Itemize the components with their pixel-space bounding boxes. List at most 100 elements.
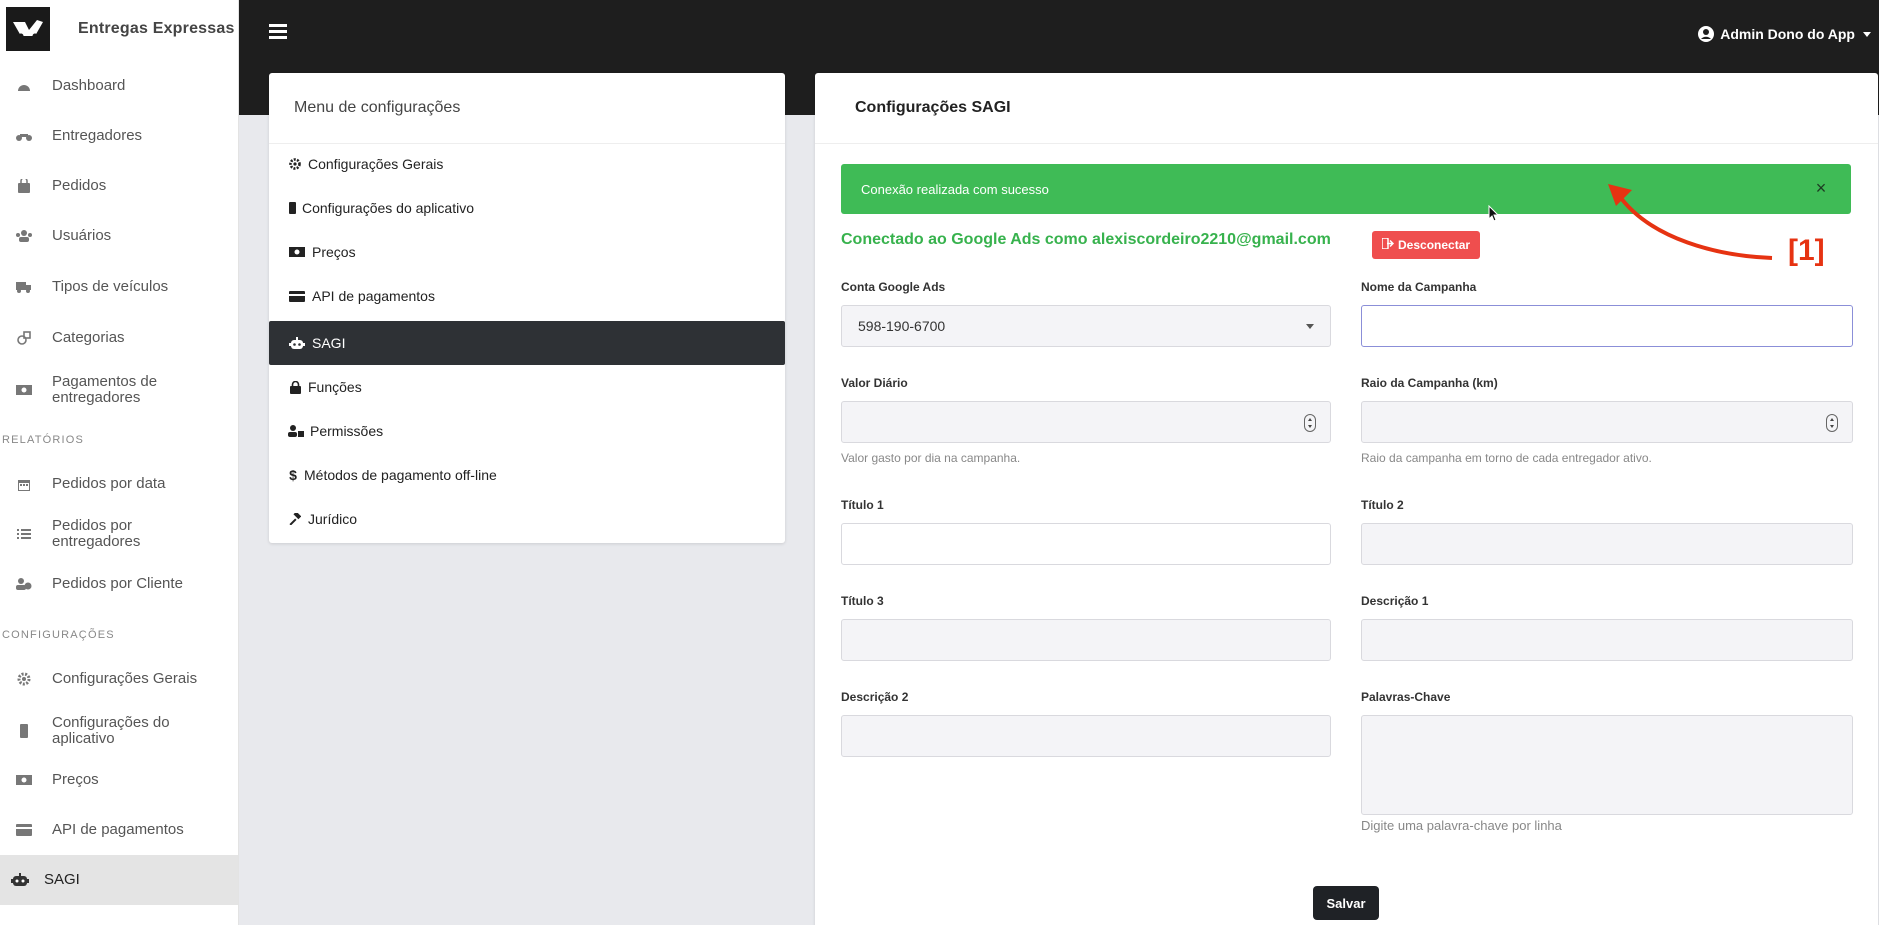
keywords-help: Digite uma palavra-chave por linha (1361, 818, 1562, 833)
chevron-down-icon (1306, 324, 1314, 329)
sidebar-item-categorias[interactable]: Categorias (0, 328, 238, 348)
lock-icon (288, 380, 302, 394)
title1-label: Título 1 (841, 498, 884, 512)
title2-label: Título 2 (1361, 498, 1404, 512)
title3-input[interactable] (841, 619, 1331, 661)
ads-account-label: Conta Google Ads (841, 280, 946, 294)
brand[interactable]: Entregas Expressas (0, 0, 238, 58)
config-menu-item-offline[interactable]: $ Métodos de pagamento off-line (269, 453, 785, 497)
sidebar-item-label: Pedidos (52, 177, 107, 194)
sidebar-item-label: SAGI (44, 871, 80, 888)
user-clock-icon (14, 574, 34, 594)
sidebar-item-pedidos[interactable]: Pedidos (0, 176, 238, 196)
robot-icon (10, 870, 30, 890)
sidebar-item-label: Preços (52, 771, 99, 788)
sidebar-item-precos[interactable]: Preços (0, 770, 238, 790)
stepper-icon[interactable] (1826, 414, 1838, 432)
sidebar-item-api-pagamentos[interactable]: API de pagamentos (0, 820, 238, 840)
alert-text: Conexão realizada com sucesso (861, 182, 1049, 197)
sidebar-item-label: Pagamentos de entregadores (52, 373, 158, 406)
desc2-input[interactable] (841, 715, 1331, 757)
sidebar-section-configuracoes: CONFIGURAÇÕES (2, 629, 115, 641)
config-menu-item-label: Configurações Gerais (308, 156, 444, 172)
sidebar-item-config-aplicativo[interactable]: Configurações do aplicativo (0, 714, 238, 748)
sidebar-item-label: Tipos de veículos (52, 278, 169, 295)
motorcycle-icon (14, 126, 34, 146)
sidebar-item-entregadores[interactable]: Entregadores (0, 126, 238, 146)
close-icon[interactable]: × (1811, 178, 1831, 198)
sidebar-section-relatorios: RELATÓRIOS (2, 434, 85, 446)
sidebar-item-pedidos-entregadores[interactable]: Pedidos por entregadores (0, 517, 238, 551)
users-icon (14, 226, 34, 246)
card-icon (288, 289, 306, 303)
config-menu-item-funcoes[interactable]: Funções (269, 365, 785, 409)
sidebar-item-label: Configurações Gerais (52, 670, 198, 687)
user-circle-icon (1698, 26, 1715, 42)
desc1-label: Descrição 1 (1361, 594, 1429, 608)
bag-icon (14, 176, 34, 196)
radius-help: Raio da campanha em torno de cada entreg… (1361, 451, 1652, 465)
sidebar-item-pagamentos-entregadores[interactable]: Pagamentos de entregadores (0, 373, 238, 407)
phone-icon (288, 201, 296, 215)
config-menu-item-precos[interactable]: Preços (269, 230, 785, 274)
config-menu-item-label: SAGI (312, 335, 346, 351)
calendar-icon (14, 474, 34, 494)
sidebar-item-label: Pedidos por data (52, 475, 166, 492)
save-button[interactable]: Salvar (1313, 886, 1379, 920)
connected-status: Conectado ao Google Ads como alexiscorde… (841, 231, 1331, 248)
gear-icon (288, 157, 302, 171)
annotation-arrow (1608, 184, 1773, 260)
config-menu-item-label: Configurações do aplicativo (302, 200, 474, 216)
title2-input[interactable] (1361, 523, 1853, 565)
sidebar-item-usuarios[interactable]: Usuários (0, 226, 238, 246)
radius-input[interactable] (1361, 401, 1853, 443)
config-menu-panel: Menu de configurações Configurações Gera… (269, 73, 785, 543)
truck-icon (14, 277, 34, 297)
brand-name: Entregas Expressas (78, 20, 235, 37)
config-menu-item-juridico[interactable]: Jurídico (269, 497, 785, 541)
sidebar-item-pedidos-data[interactable]: Pedidos por data (0, 474, 238, 494)
campaign-name-input[interactable] (1361, 305, 1853, 347)
disconnect-button[interactable]: Desconectar (1372, 231, 1481, 259)
title1-input[interactable] (841, 523, 1331, 565)
sidebar-item-dashboard[interactable]: Dashboard (0, 76, 238, 96)
config-menu-item-label: Permissões (310, 423, 384, 439)
config-menu-item-aplicativo[interactable]: Configurações do aplicativo (269, 186, 785, 230)
gauge-icon (14, 76, 34, 96)
keywords-textarea[interactable] (1361, 715, 1853, 815)
sidebar-item-config-gerais[interactable]: Configurações Gerais (0, 669, 238, 689)
sidebar-item-pedidos-cliente[interactable]: Pedidos por Cliente (0, 574, 238, 594)
config-menu-item-sagi[interactable]: SAGI (269, 321, 785, 365)
config-menu-item-gerais[interactable]: Configurações Gerais (269, 142, 785, 186)
sidebar-item-label: Configurações do aplicativo (52, 714, 170, 747)
stepper-icon[interactable] (1304, 414, 1316, 432)
sidebar-item-sagi[interactable]: SAGI (0, 855, 238, 905)
sidebar: Entregas Expressas Dashboard Entregadore… (0, 0, 239, 925)
config-menu-item-label: Jurídico (308, 511, 358, 527)
desc1-input[interactable] (1361, 619, 1853, 661)
menu-toggle-icon[interactable] (269, 24, 287, 40)
robot-icon (288, 336, 306, 350)
radius-label: Raio da Campanha (km) (1361, 376, 1498, 390)
dollar-icon: $ (289, 467, 297, 483)
list-icon (14, 524, 34, 544)
config-menu-item-permissoes[interactable]: Permissões (269, 409, 785, 453)
config-menu-item-label: Preços (312, 244, 356, 260)
phone-icon (14, 721, 34, 741)
sidebar-item-tipos-veiculos[interactable]: Tipos de veículos (0, 277, 238, 297)
ads-account-select[interactable]: 598-190-6700 (841, 305, 1331, 347)
ads-account-value: 598-190-6700 (858, 318, 946, 334)
money-icon (14, 770, 34, 790)
money-icon (14, 380, 34, 400)
config-menu-title: Menu de configurações (294, 99, 461, 116)
desc2-label: Descrição 2 (841, 690, 909, 704)
disconnect-label: Desconectar (1398, 238, 1471, 252)
config-menu-item-label: Métodos de pagamento off-line (304, 467, 497, 483)
keywords-label: Palavras-Chave (1361, 690, 1451, 704)
config-menu-item-api-pagamentos[interactable]: API de pagamentos (269, 274, 785, 318)
campaign-name-label: Nome da Campanha (1361, 280, 1477, 294)
sidebar-item-label: Pedidos por entregadores (52, 517, 141, 550)
sign-out-icon (1381, 237, 1395, 252)
daily-value-input[interactable] (841, 401, 1331, 443)
user-menu[interactable]: Admin Dono do App (1698, 26, 1871, 42)
